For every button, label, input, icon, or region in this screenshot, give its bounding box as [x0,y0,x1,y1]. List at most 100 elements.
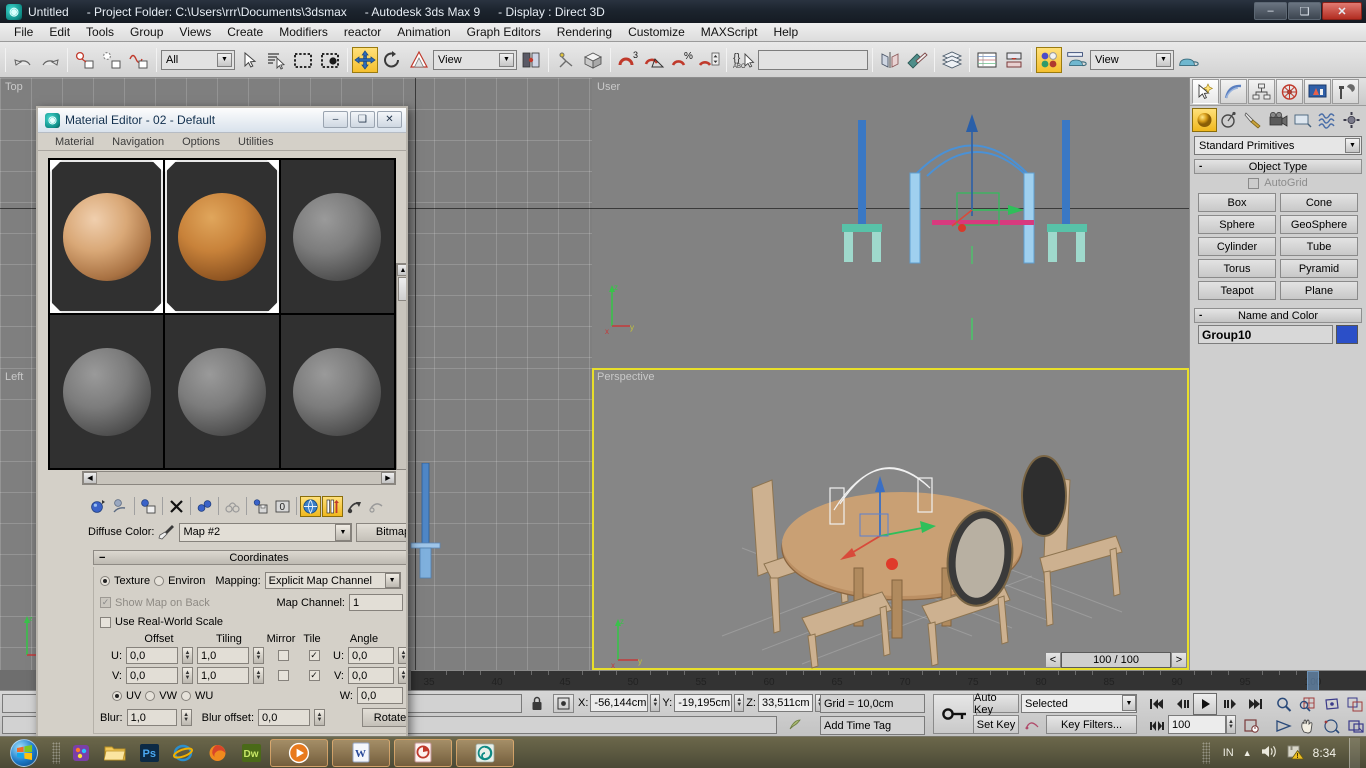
map-channel-field[interactable]: 1 [349,594,403,611]
mirror-v-checkbox[interactable] [277,670,289,681]
show-end-result-icon[interactable] [322,495,343,517]
select-and-scale-icon[interactable] [406,47,432,73]
collapse-icon[interactable]: - [1199,310,1202,321]
render-scene-dialog-icon[interactable] [1063,47,1089,73]
menu-item-edit[interactable]: Edit [41,23,78,41]
tab-modify[interactable] [1220,79,1247,104]
tile-u-checkbox[interactable]: ✓ [308,650,320,661]
make-unique-icon[interactable] [222,496,243,517]
make-material-copy-icon[interactable] [194,496,215,517]
frame-next-button[interactable]: > [1171,652,1187,668]
x-coordinate-field[interactable]: -56,144cm [590,694,649,712]
previous-frame-icon[interactable] [1171,693,1195,715]
category-shapes[interactable] [1217,108,1242,132]
angle-u-spinner[interactable]: ▲ ▼ [398,647,406,664]
menu-item-create[interactable]: Create [219,23,271,41]
scroll-up-icon[interactable]: ▲ [397,264,406,276]
set-key-button[interactable]: Set Key [973,715,1019,734]
menu-item-file[interactable]: File [6,23,41,41]
auto-key-button[interactable]: Auto Key [973,692,1019,716]
dreamweaver-icon[interactable]: Dw [234,738,268,768]
taskbar-button-word[interactable]: W [332,738,390,767]
material-slot-2[interactable] [165,160,279,313]
me-menu-utilities[interactable]: Utilities [229,135,282,149]
create-tube-button[interactable]: Tube [1280,237,1358,256]
field-of-view-icon[interactable] [1272,715,1296,737]
select-and-rotate-icon[interactable] [379,47,405,73]
select-object-icon[interactable] [236,47,262,73]
material-slot-6[interactable] [280,315,394,468]
maximize-viewport-toggle-icon[interactable] [1344,715,1366,737]
menu-item-rendering[interactable]: Rendering [549,23,620,41]
autogrid-checkbox[interactable] [1248,177,1260,189]
internet-explorer-icon[interactable] [166,738,200,768]
offset-u-field[interactable]: 0,0 [126,647,178,664]
menu-item-modifiers[interactable]: Modifiers [271,23,336,41]
tab-display[interactable] [1304,79,1331,104]
go-to-start-icon[interactable] [1145,693,1169,715]
rectangular-selection-region-icon[interactable] [290,47,316,73]
add-time-tag-button[interactable]: Add Time Tag [820,716,925,735]
menu-item-views[interactable]: Views [171,23,219,41]
time-slider-track[interactable]: 35 40 45 50 55 60 65 70 75 80 85 90 95 1… [411,670,1366,690]
align-icon[interactable] [904,47,930,73]
render-preset-combo[interactable]: View ▼ [1090,49,1174,70]
go-to-parent-icon[interactable] [344,496,365,517]
category-cameras[interactable] [1266,108,1291,132]
get-material-icon[interactable] [88,496,109,517]
material-effects-channel-icon[interactable]: 0 [272,496,293,517]
coordinates-rollout-header[interactable]: − Coordinates [93,550,406,565]
select-by-name-icon[interactable] [263,47,289,73]
rotate-button[interactable]: Rotate [362,708,406,727]
minimize-button[interactable]: – [1254,2,1287,20]
blur-field[interactable]: 1,0 [126,709,177,726]
material-editor-minimize-button[interactable]: – [323,111,348,128]
scrollbar-thumb[interactable] [398,277,406,301]
object-name-input[interactable]: Group10 [1198,325,1333,344]
object-color-swatch[interactable] [1336,325,1358,344]
angle-u-field[interactable]: 0,0 [348,647,394,664]
firefox-icon[interactable] [200,738,234,768]
key-filters-button[interactable]: Key Filters... [1046,715,1137,734]
wu-radio[interactable] [181,690,192,701]
key-filter-curve-icon[interactable] [1022,715,1042,734]
sample-slots-vertical-scrollbar[interactable]: ▲ [396,263,406,470]
next-frame-icon[interactable] [1218,693,1242,715]
percent-snap-toggle-icon[interactable]: % [669,47,695,73]
explorer-icon[interactable] [98,738,132,768]
object-type-header[interactable]: - Object Type [1194,159,1362,174]
mapping-combo[interactable]: Explicit Map Channel [264,572,401,589]
category-geometry[interactable] [1192,108,1217,132]
category-helpers[interactable] [1290,108,1315,132]
use-real-world-scale-checkbox[interactable] [100,616,111,628]
blur-offset-field[interactable]: 0,0 [258,709,311,726]
eyedropper-icon[interactable] [158,524,175,540]
schematic-view-icon[interactable] [1001,47,1027,73]
zoom-extents-icon[interactable] [1320,693,1344,715]
bitmap-type-button[interactable]: Bitmap [356,522,406,542]
create-pyramid-button[interactable]: Pyramid [1280,259,1358,278]
time-configuration-icon[interactable] [1240,715,1264,737]
undo-icon[interactable] [10,47,36,73]
show-map-in-viewport-icon[interactable] [300,495,321,517]
layer-manager-icon[interactable] [939,47,965,73]
photoshop-icon[interactable]: Ps [132,738,166,768]
start-button[interactable] [0,738,48,768]
use-pivot-point-center-icon[interactable] [518,47,544,73]
quick-render-icon[interactable] [1175,47,1201,73]
go-forward-to-sibling-icon[interactable] [366,496,387,517]
material-slot-3[interactable] [280,160,394,313]
named-selection-sets-icon[interactable]: {} ABC [731,47,757,73]
taskbar-button-powerpoint[interactable] [394,738,452,767]
tab-create[interactable] [1192,79,1219,104]
selection-filter-combo[interactable]: All ▼ [161,49,235,70]
viewport-user[interactable]: User z y x [592,78,1189,368]
chevron-down-icon[interactable]: ▼ [335,523,351,541]
menu-item-help[interactable]: Help [765,23,806,41]
time-slider-handle[interactable] [1307,671,1319,690]
action-center-icon[interactable]: ! [1287,744,1305,763]
spinner-snap-toggle-icon[interactable] [696,47,722,73]
play-animation-icon[interactable] [1193,693,1217,715]
menu-item-animation[interactable]: Animation [389,23,458,41]
me-menu-material[interactable]: Material [46,135,103,149]
